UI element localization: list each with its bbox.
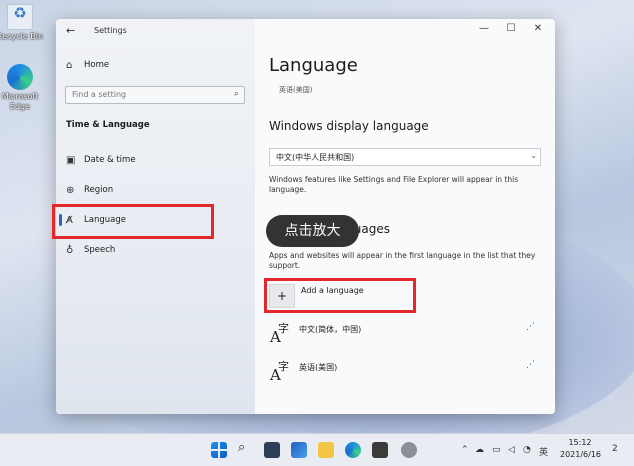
- language-list-item[interactable]: 字A 中文(简体，中国) ⋰: [269, 322, 541, 350]
- close-button[interactable]: ✕: [531, 23, 545, 34]
- globe-icon: ⊕: [66, 184, 75, 196]
- sidebar-item-date-time[interactable]: ▣ Date & time: [66, 150, 246, 170]
- language-options-icon[interactable]: ⋰: [526, 322, 535, 332]
- sidebar-item-label: Home: [84, 60, 110, 70]
- sidebar-item-label: Speech: [84, 245, 116, 255]
- display-language-description: Windows features like Settings and File …: [269, 175, 519, 194]
- sidebar-item-label: Date & time: [84, 155, 136, 165]
- store-icon[interactable]: [372, 442, 388, 458]
- display-language-value: 中文(中华人民共和国): [276, 153, 355, 162]
- sidebar-item-home[interactable]: ⌂ Home: [66, 55, 246, 75]
- display-language-heading: Windows display language: [269, 119, 429, 133]
- sidebar-item-region[interactable]: ⊕ Region: [66, 180, 246, 200]
- settings-gear-icon[interactable]: [401, 442, 417, 458]
- cloud-icon[interactable]: ☁: [475, 445, 484, 455]
- microphone-icon: ♁: [66, 244, 74, 256]
- zoom-tooltip[interactable]: 点击放大: [266, 215, 359, 247]
- page-subtitle: 英语(美国): [279, 86, 313, 94]
- start-button[interactable]: [211, 442, 227, 458]
- highlight-box-add-language: [264, 278, 416, 313]
- search-placeholder: Find a setting: [72, 90, 127, 99]
- sidebar-item-label: Region: [84, 185, 114, 195]
- widgets-icon[interactable]: [291, 442, 307, 458]
- preferred-languages-description: Apps and websites will appear in the fir…: [269, 251, 536, 270]
- edge-icon[interactable]: [345, 442, 361, 458]
- search-icon[interactable]: ⌕: [238, 440, 254, 456]
- recycle-bin-icon: [7, 4, 33, 30]
- page-title: Language: [269, 55, 358, 76]
- calendar-clock-icon: ▣: [66, 154, 76, 166]
- search-icon: ⌕: [233, 89, 239, 99]
- notification-badge[interactable]: 2: [612, 444, 618, 454]
- chevron-down-icon: ⌄: [530, 151, 537, 160]
- highlight-box-language: [52, 204, 214, 239]
- chevron-up-icon[interactable]: ⌃: [461, 445, 469, 455]
- ime-language-indicator[interactable]: 英: [539, 445, 548, 458]
- taskbar: ⌕ ⌃ ☁ ▭ ◁ ◔ 英 15:12 2021/6/16 2: [0, 433, 634, 466]
- desktop-icon-edge[interactable]: Microsoft Edge: [0, 64, 46, 112]
- language-options-icon[interactable]: ⋰: [526, 360, 535, 370]
- desktop-icon-recycle-bin[interactable]: Recycle Bin: [0, 4, 46, 42]
- ime-mode-icon[interactable]: ◔: [523, 445, 531, 455]
- display-language-select[interactable]: 中文(中华人民共和国) ⌄: [269, 148, 541, 166]
- edge-icon: [7, 64, 33, 90]
- window-title: Settings: [94, 26, 127, 35]
- clock-date: 2021/6/16: [560, 450, 602, 459]
- sidebar-item-speech[interactable]: ♁ Speech: [66, 240, 246, 260]
- desktop-icon-label: Recycle Bin: [0, 32, 44, 41]
- sidebar-section-title: Time & Language: [66, 120, 150, 130]
- task-view-icon[interactable]: [264, 442, 280, 458]
- language-name: 英语(美国): [299, 363, 338, 372]
- desktop-icon-label: Microsoft Edge: [1, 92, 39, 111]
- language-name: 中文(简体，中国): [299, 325, 362, 334]
- back-arrow-icon[interactable]: ←: [66, 24, 75, 37]
- network-icon[interactable]: ▭: [492, 445, 501, 455]
- volume-icon[interactable]: ◁: [508, 445, 515, 455]
- file-explorer-icon[interactable]: [318, 442, 334, 458]
- search-input[interactable]: Find a setting ⌕: [65, 86, 245, 104]
- maximize-button[interactable]: ☐: [504, 23, 518, 34]
- language-list-item[interactable]: 字A 英语(美国) ⋰: [269, 360, 541, 388]
- clock[interactable]: 15:12 2021/6/16: [560, 437, 602, 461]
- home-icon: ⌂: [66, 59, 73, 71]
- clock-time: 15:12: [568, 438, 592, 447]
- minimize-button[interactable]: —: [477, 23, 491, 34]
